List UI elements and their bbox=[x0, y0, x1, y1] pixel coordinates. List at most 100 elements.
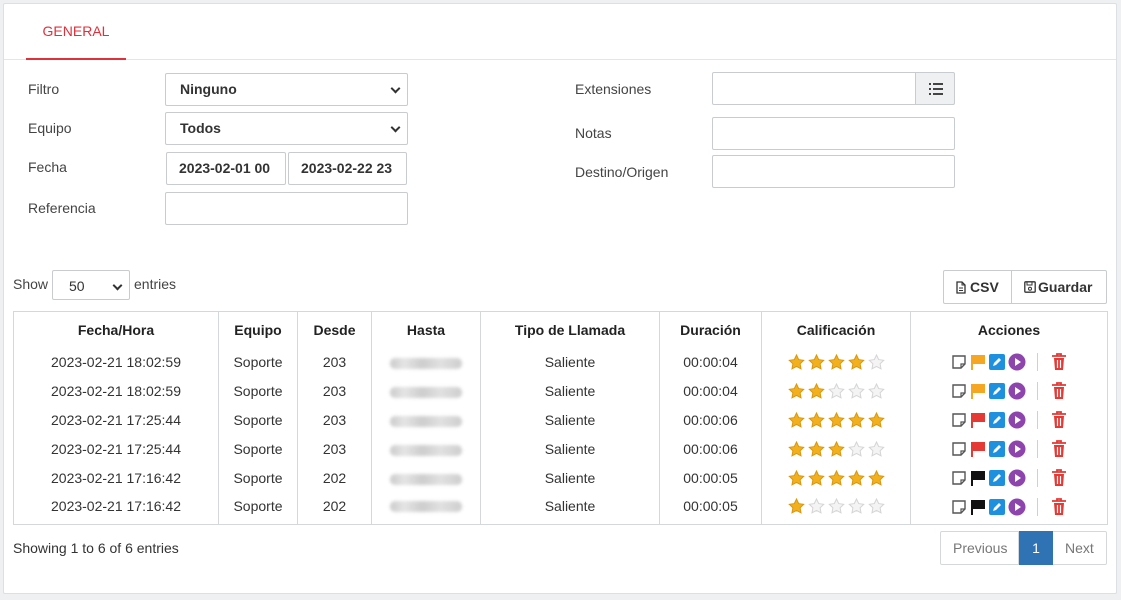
play-icon[interactable] bbox=[1008, 353, 1026, 371]
cell-duracion: 00:00:06 bbox=[659, 434, 762, 464]
star-empty-icon[interactable] bbox=[867, 498, 885, 515]
redacted-number bbox=[390, 444, 462, 456]
trash-icon[interactable] bbox=[1051, 440, 1067, 458]
trash-icon[interactable] bbox=[1051, 497, 1067, 516]
rating-stars[interactable] bbox=[787, 382, 885, 400]
star-filled-icon[interactable] bbox=[827, 469, 845, 487]
star-filled-icon[interactable] bbox=[807, 469, 825, 487]
trash-icon[interactable] bbox=[1051, 469, 1067, 487]
play-icon[interactable] bbox=[1008, 411, 1026, 429]
col-calificacion[interactable]: Calificación bbox=[761, 311, 911, 348]
csv-button[interactable]: CSV bbox=[943, 270, 1012, 304]
note-icon[interactable] bbox=[951, 499, 967, 515]
star-empty-icon[interactable] bbox=[847, 382, 865, 400]
edit-icon[interactable] bbox=[989, 498, 1005, 515]
star-filled-icon[interactable] bbox=[807, 382, 825, 400]
equipo-select[interactable]: Todos bbox=[165, 112, 408, 145]
star-filled-icon[interactable] bbox=[787, 498, 805, 515]
rating-stars[interactable] bbox=[787, 469, 885, 487]
fecha-hasta-input[interactable]: 2023-02-22 23 bbox=[288, 152, 407, 185]
table-row: 2023-02-21 18:02:59 Soporte 203 Saliente 00:… bbox=[13, 376, 1108, 406]
trash-icon[interactable] bbox=[1051, 411, 1067, 429]
rating-stars[interactable] bbox=[787, 411, 885, 429]
cell-calificacion bbox=[761, 376, 911, 406]
star-filled-icon[interactable] bbox=[787, 353, 805, 371]
cell-duracion: 00:00:06 bbox=[659, 405, 762, 435]
rating-stars[interactable] bbox=[787, 353, 885, 371]
flag-icon[interactable] bbox=[970, 470, 986, 487]
col-tipo-llamada[interactable]: Tipo de Llamada bbox=[480, 311, 660, 348]
star-filled-icon[interactable] bbox=[807, 440, 825, 458]
star-empty-icon[interactable] bbox=[867, 353, 885, 371]
destino-input[interactable] bbox=[712, 155, 955, 188]
destino-label: Destino/Origen bbox=[575, 164, 669, 180]
divider bbox=[1037, 411, 1038, 430]
star-filled-icon[interactable] bbox=[787, 469, 805, 487]
star-filled-icon[interactable] bbox=[787, 440, 805, 458]
page-1-button[interactable]: 1 bbox=[1019, 531, 1053, 565]
star-filled-icon[interactable] bbox=[847, 411, 865, 429]
star-filled-icon[interactable] bbox=[807, 353, 825, 371]
extensiones-list-button[interactable] bbox=[915, 72, 955, 105]
star-empty-icon[interactable] bbox=[867, 440, 885, 458]
flag-icon[interactable] bbox=[970, 499, 986, 515]
star-filled-icon[interactable] bbox=[827, 440, 845, 458]
tab-general[interactable]: GENERAL bbox=[26, 4, 126, 60]
play-icon[interactable] bbox=[1008, 440, 1026, 458]
trash-icon[interactable] bbox=[1051, 353, 1067, 371]
star-filled-icon[interactable] bbox=[847, 353, 865, 371]
guardar-button[interactable]: Guardar bbox=[1011, 270, 1107, 304]
edit-icon[interactable] bbox=[989, 383, 1005, 400]
star-filled-icon[interactable] bbox=[827, 353, 845, 371]
star-empty-icon[interactable] bbox=[847, 498, 865, 515]
star-filled-icon[interactable] bbox=[807, 411, 825, 429]
rating-stars[interactable] bbox=[787, 440, 885, 458]
col-fecha-hora[interactable]: Fecha/Hora bbox=[13, 311, 219, 348]
extensiones-input[interactable] bbox=[712, 72, 916, 105]
note-icon[interactable] bbox=[951, 354, 967, 370]
star-filled-icon[interactable] bbox=[787, 411, 805, 429]
rating-stars[interactable] bbox=[787, 498, 885, 515]
save-icon bbox=[1024, 281, 1036, 293]
flag-icon[interactable] bbox=[970, 412, 986, 429]
star-filled-icon[interactable] bbox=[867, 469, 885, 487]
fecha-desde-input[interactable]: 2023-02-01 00 bbox=[166, 152, 286, 185]
flag-icon[interactable] bbox=[970, 383, 986, 400]
previous-button[interactable]: Previous bbox=[940, 531, 1019, 565]
redacted-number bbox=[390, 473, 462, 485]
col-duracion[interactable]: Duración bbox=[659, 311, 762, 348]
next-button[interactable]: Next bbox=[1053, 531, 1107, 565]
star-empty-icon[interactable] bbox=[867, 382, 885, 400]
edit-icon[interactable] bbox=[989, 354, 1005, 371]
notas-input[interactable] bbox=[712, 117, 955, 150]
page-length-select[interactable]: 50 bbox=[52, 270, 130, 300]
flag-icon[interactable] bbox=[970, 441, 986, 458]
col-hasta[interactable]: Hasta bbox=[371, 311, 481, 348]
play-icon[interactable] bbox=[1008, 498, 1026, 516]
star-empty-icon[interactable] bbox=[847, 440, 865, 458]
star-empty-icon[interactable] bbox=[807, 498, 825, 515]
note-icon[interactable] bbox=[951, 441, 967, 457]
edit-icon[interactable] bbox=[989, 441, 1005, 458]
star-filled-icon[interactable] bbox=[867, 411, 885, 429]
referencia-input[interactable] bbox=[165, 192, 408, 225]
trash-icon[interactable] bbox=[1051, 382, 1067, 400]
table-row: 2023-02-21 17:16:42 Soporte 202 Saliente 00:… bbox=[13, 463, 1108, 493]
star-filled-icon[interactable] bbox=[827, 411, 845, 429]
filtro-select[interactable]: Ninguno bbox=[165, 73, 408, 106]
star-filled-icon[interactable] bbox=[787, 382, 805, 400]
edit-icon[interactable] bbox=[989, 412, 1005, 429]
star-filled-icon[interactable] bbox=[847, 469, 865, 487]
note-icon[interactable] bbox=[951, 470, 967, 486]
edit-icon[interactable] bbox=[989, 470, 1005, 487]
col-desde[interactable]: Desde bbox=[297, 311, 372, 348]
flag-icon[interactable] bbox=[970, 354, 986, 371]
star-empty-icon[interactable] bbox=[827, 382, 845, 400]
cell-desde: 203 bbox=[297, 347, 372, 377]
play-icon[interactable] bbox=[1008, 382, 1026, 400]
note-icon[interactable] bbox=[951, 383, 967, 399]
note-icon[interactable] bbox=[951, 412, 967, 428]
col-equipo[interactable]: Equipo bbox=[218, 311, 298, 348]
play-icon[interactable] bbox=[1008, 469, 1026, 487]
star-empty-icon[interactable] bbox=[827, 498, 845, 515]
